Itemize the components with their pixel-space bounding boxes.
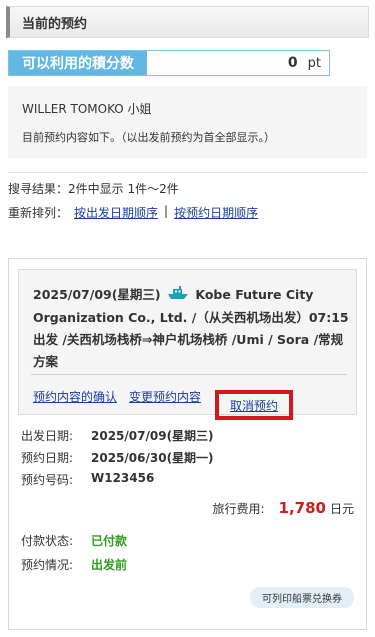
search-result-text: 搜寻结果：2件中显示 1件～2件 (8, 182, 179, 196)
divider (8, 172, 367, 173)
reservation-status-label: 预约情况: (21, 558, 74, 572)
payment-status-label: 付款状态: (21, 534, 74, 548)
sort-label: 重新排列： (8, 206, 69, 220)
reservation-number-row: 预约号码: W123456 (21, 471, 154, 488)
sort-by-departure-link[interactable]: 按出发日期顺序 (74, 204, 158, 221)
sort-by-booking-link[interactable]: 按预约日期顺序 (174, 204, 258, 221)
summary-divider (31, 374, 347, 375)
payment-status-row: 付款状态: 已付款 (21, 532, 127, 549)
section-header: 当前的预约 (6, 6, 369, 38)
points-label: 可以利用的積分数 (9, 51, 147, 75)
reservation-number-value: W123456 (91, 471, 155, 485)
reservation-actions: 预约内容的确认 变更预约内容 (33, 388, 213, 405)
travel-fee-row: 旅行费用: 1,780 日元 (212, 499, 354, 517)
travel-fee-value: 1,780 (278, 499, 326, 517)
departure-date-value: 2025/07/09(星期三) (91, 429, 214, 443)
sort-options: 重新排列： 按出发日期顺序 | 按预约日期顺序 (8, 204, 258, 221)
booking-date-row: 预约日期: 2025/06/30(星期一) (21, 449, 214, 466)
travel-fee-label: 旅行费用: (212, 502, 265, 516)
trip-date: 2025/07/09(星期三) (33, 287, 161, 302)
reservation-status-row: 预约情况: 出发前 (21, 556, 127, 573)
page-title: 当前的预约 (22, 16, 88, 32)
ship-icon (167, 285, 189, 307)
points-unit: pt (307, 55, 321, 71)
cancel-highlight-box: 取消预约 (215, 390, 293, 420)
points-value: 0 (287, 55, 298, 71)
reservation-number-label: 预约号码: (21, 473, 74, 487)
reservation-status-value: 出发前 (91, 558, 128, 572)
printable-ticket-badge: 可列印船票兑换券 (250, 587, 354, 608)
points-display: 0 pt (147, 51, 329, 75)
customer-name: WILLER TOMOKO 小姐 (22, 102, 152, 116)
departure-date-label: 出发日期: (21, 429, 74, 443)
change-reservation-link[interactable]: 变更预约内容 (129, 388, 201, 405)
customer-panel: WILLER TOMOKO 小姐 目前预约内容如下。（以出发前预约为首全部显示。… (8, 86, 367, 158)
departure-date-row: 出发日期: 2025/07/09(星期三) (21, 427, 214, 444)
reservation-summary: 2025/07/09(星期三) Kobe Future City Organiz… (18, 269, 357, 420)
booking-date-value: 2025/06/30(星期一) (91, 451, 214, 465)
customer-note: 目前预约内容如下。（以出发前预约为首全部显示。） (22, 131, 275, 144)
points-panel: 可以利用的積分数 0 pt (8, 50, 330, 76)
trip-title: 2025/07/09(星期三) Kobe Future City Organiz… (33, 284, 349, 373)
travel-fee-unit: 日元 (329, 502, 354, 516)
booking-date-label: 预约日期: (21, 451, 74, 465)
cancel-reservation-link[interactable]: 取消预约 (230, 397, 278, 414)
confirm-reservation-link[interactable]: 预约内容的确认 (33, 388, 117, 405)
sort-separator: | (164, 204, 169, 218)
reservation-card: 2025/07/09(星期三) Kobe Future City Organiz… (8, 258, 367, 630)
payment-status-value: 已付款 (91, 534, 128, 548)
